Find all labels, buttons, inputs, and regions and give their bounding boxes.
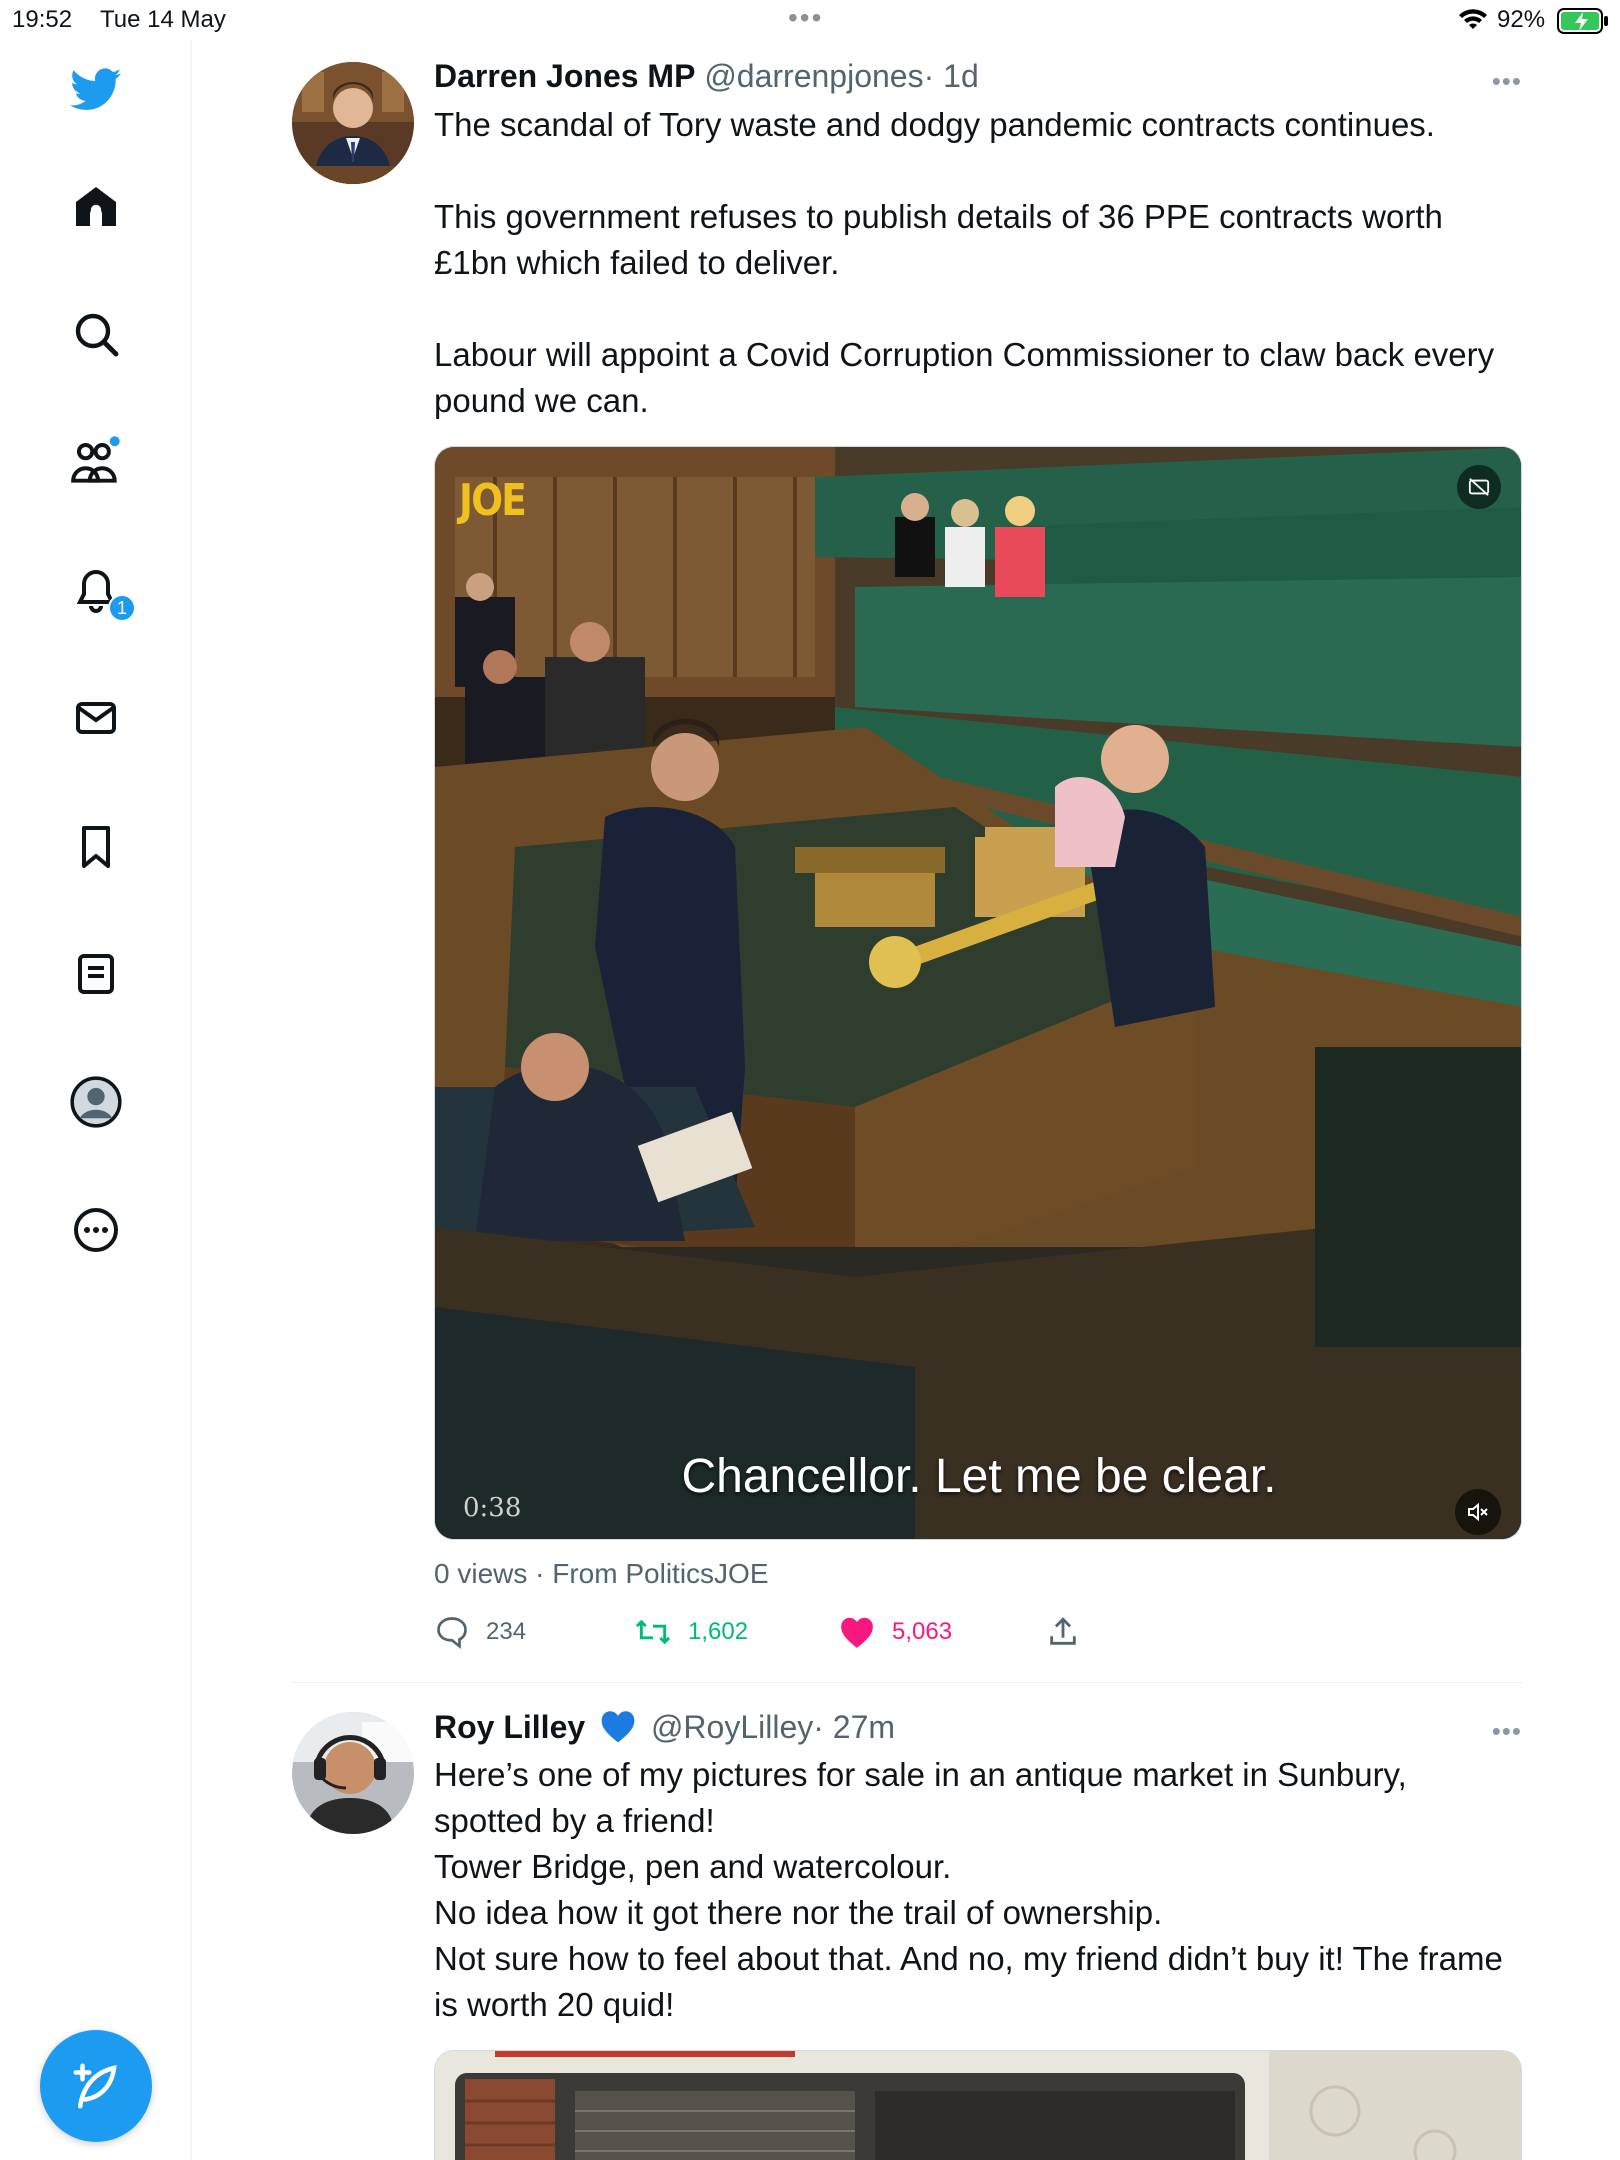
multitasking-dots-icon[interactable]: ••• [788,4,823,32]
tweet-header: Darren Jones MP @darrenpjones· 1d [434,58,979,95]
share-icon [1050,1617,1076,1645]
author-name[interactable]: Darren Jones MP [434,58,695,94]
tweet-text: Here’s one of my pictures for sale in an… [434,1752,1514,2028]
avatar[interactable] [292,1712,414,1834]
home-icon[interactable] [68,178,124,234]
retweet-icon [635,1619,671,1645]
bookmarks-icon[interactable] [68,818,124,874]
author-handle[interactable]: @darrenpjones [704,58,923,94]
tweet-time[interactable]: · 1d [924,58,979,94]
messages-mail-icon[interactable] [68,690,124,746]
status-time: 19:52 [12,6,73,33]
author-handle[interactable]: @RoyLilley [651,1709,813,1745]
author-name[interactable]: Roy Lilley [434,1709,585,1745]
blue-heart-icon [598,1708,638,1752]
like-button[interactable]: 5,063 [838,1614,952,1650]
more-options-icon[interactable] [68,1202,124,1258]
share-button[interactable] [1046,1614,1080,1650]
profile-avatar-icon[interactable] [68,1074,124,1130]
tweet-divider [292,1682,1522,1683]
reply-count: 234 [486,1618,527,1645]
tweet-darren-jones[interactable]: Darren Jones MP @darrenpjones· 1d ••• Th… [292,58,1522,1678]
like-count: 5,063 [892,1618,953,1645]
tweet-text-line: Tower Bridge, pen and watercolour. [434,1848,952,1885]
tweet-image[interactable] [434,2050,1522,2160]
tweet-actions: 234 1,602 5,063 [434,1614,1522,1658]
mute-toggle-icon[interactable] [1455,1489,1501,1535]
image-preview [435,2051,1521,2160]
compose-tweet-button[interactable] [40,2030,152,2142]
tweet-more-icon[interactable]: ••• [1492,66,1522,97]
avatar[interactable] [292,62,414,184]
tweet-text-line: No idea how it got there nor the trail o… [434,1894,1163,1931]
video-player[interactable]: JOE Chancellor. Let me be clear. 0:38 [434,446,1522,1540]
tweet-text-line: This government refuses to publish detai… [434,198,1443,281]
tweet-text: The scandal of Tory waste and dodgy pand… [434,102,1514,424]
notifications-badge: 1 [108,594,136,622]
tweet-more-icon[interactable]: ••• [1492,1716,1522,1747]
retweet-button[interactable]: 1,602 [634,1614,748,1650]
tweet-text-line: The scandal of Tory waste and dodgy pand… [434,106,1435,143]
sidebar: 1 [0,40,192,2160]
tweet-header: Roy Lilley @RoyLilley· 27m [434,1708,895,1752]
battery-charging-icon [1557,8,1609,41]
explore-search-icon[interactable] [68,306,124,362]
tweet-roy-lilley[interactable]: Roy Lilley @RoyLilley· 27m ••• Here’s on… [292,1708,1522,2160]
reply-icon [437,1617,467,1650]
communities-icon[interactable] [68,434,124,490]
tweet-text-line: Here’s one of my pictures for sale in an… [434,1756,1407,1839]
retweet-count: 1,602 [688,1618,749,1645]
tweet-text-gap [434,148,1514,194]
tweet-text-gap [434,286,1514,332]
reply-button[interactable]: 234 [434,1614,526,1650]
status-date: Tue 14 May [100,6,226,33]
tweet-text-line: Labour will appoint a Covid Corruption C… [434,336,1495,419]
video-watermark: JOE [459,475,527,526]
status-bar: 19:52 Tue 14 May ••• 92% [0,0,1620,40]
captions-toggle-icon[interactable] [1457,465,1501,509]
heart-icon [841,1617,873,1648]
video-duration: 0:38 [463,1493,522,1523]
video-frame [435,447,1521,1539]
wifi-icon [1458,8,1488,39]
tweet-text-line: Not sure how to feel about that. And no,… [434,1940,1503,2023]
battery-percent: 92% [1497,6,1546,33]
lists-icon[interactable] [68,946,124,1002]
video-caption: Chancellor. Let me be clear. [681,1450,1277,1503]
twitter-logo-icon[interactable] [68,62,124,118]
video-views[interactable]: 0 views · From PoliticsJOE [434,1558,769,1590]
tweet-time[interactable]: · 27m [813,1709,895,1745]
